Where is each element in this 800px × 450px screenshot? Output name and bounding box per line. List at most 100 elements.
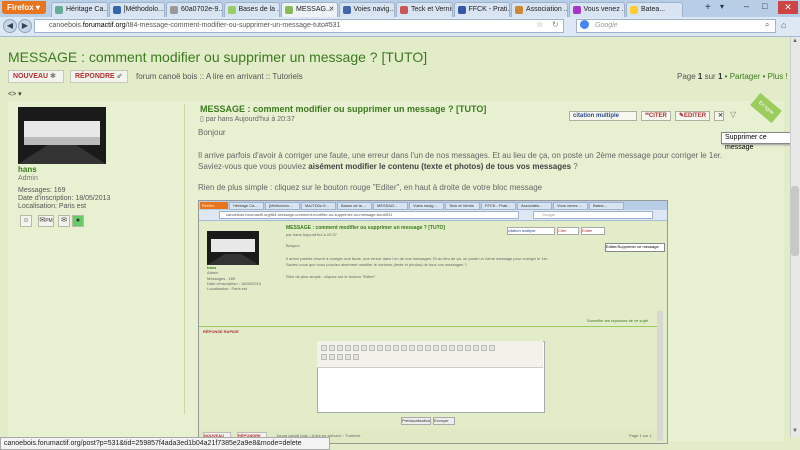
post-text-c: ? bbox=[571, 162, 578, 171]
tab-favicon-icon bbox=[55, 6, 63, 14]
more-link[interactable]: • Plus ! bbox=[763, 72, 788, 81]
embedded-toolbar-button bbox=[473, 345, 479, 351]
embedded-tab: [Méthodolo... bbox=[265, 202, 300, 210]
search-placeholder: Google bbox=[595, 22, 618, 29]
embedded-pagination: Page 1 sur 1 bbox=[629, 433, 652, 438]
profile-icon[interactable]: ☺ bbox=[20, 215, 32, 227]
embedded-line-3: Rien de plus simple : cliquez sur le bou… bbox=[286, 274, 376, 279]
browser-tab[interactable]: Teck et Vernis bbox=[396, 2, 453, 17]
browser-tab[interactable]: Bases de la ... bbox=[223, 2, 280, 17]
star-icon: ✱ bbox=[49, 73, 56, 80]
page-current: 1 bbox=[697, 72, 703, 81]
minimize-icon[interactable]: – bbox=[744, 1, 749, 11]
new-topic-button[interactable]: NOUVEAU ✱ bbox=[8, 70, 64, 83]
post-meta-text: par hans Aujourd'hui à 20:37 bbox=[205, 116, 295, 123]
scroll-down-icon[interactable]: ▼ bbox=[792, 428, 798, 434]
tab-label: Batea... bbox=[641, 6, 666, 13]
browser-tab[interactable]: [Méthodolo... bbox=[108, 2, 165, 17]
browser-tab[interactable]: Association ... bbox=[511, 2, 568, 17]
reply-button[interactable]: RÉPONDRE ⇙ bbox=[70, 70, 128, 83]
post-text-a: Saviez-vous que vous pouviez bbox=[198, 162, 309, 171]
delete-button[interactable]: ✕ bbox=[714, 111, 724, 121]
reload-icon[interactable]: ↻ bbox=[552, 20, 559, 29]
post-greeting: Bonjour bbox=[198, 128, 226, 137]
embedded-rank: Admin bbox=[207, 270, 219, 275]
multiquote-button[interactable]: citation multiple bbox=[569, 111, 637, 121]
google-icon bbox=[580, 20, 589, 29]
share-link[interactable]: • Partager bbox=[725, 72, 761, 81]
search-input[interactable]: Google bbox=[576, 19, 776, 33]
tab-label: Vous venez ... bbox=[583, 6, 625, 13]
url-path: /t84-message-comment-modifier-ou-supprim… bbox=[125, 22, 341, 29]
browser-tab[interactable]: Héritage Ca... bbox=[51, 2, 108, 17]
embedded-toolbar-button bbox=[369, 345, 375, 351]
tab-favicon-icon bbox=[227, 6, 236, 14]
close-window-icon[interactable]: ✕ bbox=[778, 1, 798, 14]
embedded-toolbar-button bbox=[329, 354, 335, 360]
share-label: Partager bbox=[729, 72, 761, 81]
embedded-edit: Editer bbox=[581, 227, 605, 235]
browser-tab[interactable]: Voies navig... bbox=[338, 2, 395, 17]
author-location: Localisation: Paris est bbox=[18, 203, 87, 210]
embedded-avatar bbox=[207, 231, 259, 265]
embedded-toolbar-button bbox=[329, 345, 335, 351]
firefox-menu-button[interactable]: Firefox ▾ bbox=[2, 1, 46, 14]
url-host: forumactif.org bbox=[82, 22, 126, 29]
browser-tab[interactable]: Batea... bbox=[626, 2, 683, 17]
page-sep: sur bbox=[704, 72, 716, 81]
website-icon[interactable]: ● bbox=[72, 215, 84, 227]
tab-label: [Méthodolo... bbox=[123, 6, 164, 13]
avatar bbox=[18, 107, 106, 164]
embedded-toolbar-button bbox=[441, 345, 447, 351]
embedded-toolbar-button bbox=[457, 345, 463, 351]
url-bar[interactable]: canoebois.forumactif.org/t84-message-com… bbox=[34, 19, 564, 33]
scroll-up-icon[interactable]: ▲ bbox=[792, 38, 798, 44]
embedded-tab: Batea... bbox=[589, 202, 624, 210]
edit-button[interactable]: ✎EDITER bbox=[675, 111, 710, 121]
embedded-tab: MESSAG... bbox=[373, 202, 408, 210]
forward-icon[interactable]: ▶ bbox=[18, 19, 32, 33]
topic-nav-arrows[interactable]: <> ▾ bbox=[8, 90, 22, 98]
pm-icon[interactable]: ✉PM bbox=[38, 215, 54, 227]
quote-button[interactable]: ❛❛CITER bbox=[641, 111, 671, 121]
breadcrumb[interactable]: forum canoë bois :: A lire en arrivant :… bbox=[136, 72, 303, 81]
search-icon[interactable]: ⌕ bbox=[765, 20, 769, 30]
embedded-tab: Associatio... bbox=[517, 202, 552, 210]
embedded-toolbar-button bbox=[337, 345, 343, 351]
ip-icon[interactable]: ▽ bbox=[730, 110, 736, 119]
bookmark-star-icon[interactable]: ☆ bbox=[536, 20, 543, 29]
embedded-url: canoebois.forumactif.org/t84-message-com… bbox=[219, 211, 519, 219]
embedded-toolbar-button bbox=[393, 345, 399, 351]
embedded-tab: Vous venez ... bbox=[553, 202, 588, 210]
post-paragraph-1b: Saviez-vous que vous pouviez aisément mo… bbox=[198, 162, 578, 171]
embedded-toolbar-button bbox=[433, 345, 439, 351]
close-tab-icon[interactable]: ✕ bbox=[329, 3, 335, 16]
embedded-toolbar-button bbox=[361, 345, 367, 351]
tab-list-icon[interactable]: ▾ bbox=[720, 2, 724, 11]
browser-tab[interactable]: 60a0702e-9... bbox=[166, 2, 223, 17]
embedded-firefox-button: Firefox bbox=[200, 202, 228, 209]
post-meta: ▯ par hans Aujourd'hui à 20:37 bbox=[200, 115, 295, 123]
post-paragraph-1: Il arrive parfois d'avoir à corriger une… bbox=[198, 151, 723, 160]
scrollbar-thumb[interactable] bbox=[791, 186, 799, 256]
embedded-quick-reply: RÉPONSE RAPIDE bbox=[203, 329, 239, 334]
back-icon[interactable]: ◀ bbox=[3, 19, 17, 33]
window-controls: – □ ✕ bbox=[744, 1, 798, 14]
tab-label: Héritage Ca... bbox=[66, 6, 108, 13]
maximize-icon[interactable]: □ bbox=[762, 1, 767, 11]
email-icon[interactable]: ✉ bbox=[58, 215, 70, 227]
browser-tab[interactable]: FFCK - Prati... bbox=[453, 2, 510, 17]
embedded-tab: MàJ7D0z-9... bbox=[301, 202, 336, 210]
home-icon[interactable]: ⌂ bbox=[781, 20, 786, 30]
tab-label: Association ... bbox=[526, 6, 568, 13]
post-author[interactable]: hans bbox=[18, 165, 37, 174]
embedded-watch: Surveiller les réponses de ce sujet bbox=[587, 318, 648, 323]
tab-label: MESSAG... bbox=[296, 6, 332, 13]
browser-tab[interactable]: Vous venez ... bbox=[568, 2, 625, 17]
new-tab-icon[interactable]: + bbox=[705, 2, 711, 13]
avatar-image bbox=[18, 107, 106, 164]
embedded-toolbar-button bbox=[409, 345, 415, 351]
author-rank: Admin bbox=[18, 175, 38, 182]
tab-label: 60a0702e-9... bbox=[181, 6, 223, 13]
browser-tab[interactable]: MESSAG... ✕ bbox=[281, 2, 338, 17]
